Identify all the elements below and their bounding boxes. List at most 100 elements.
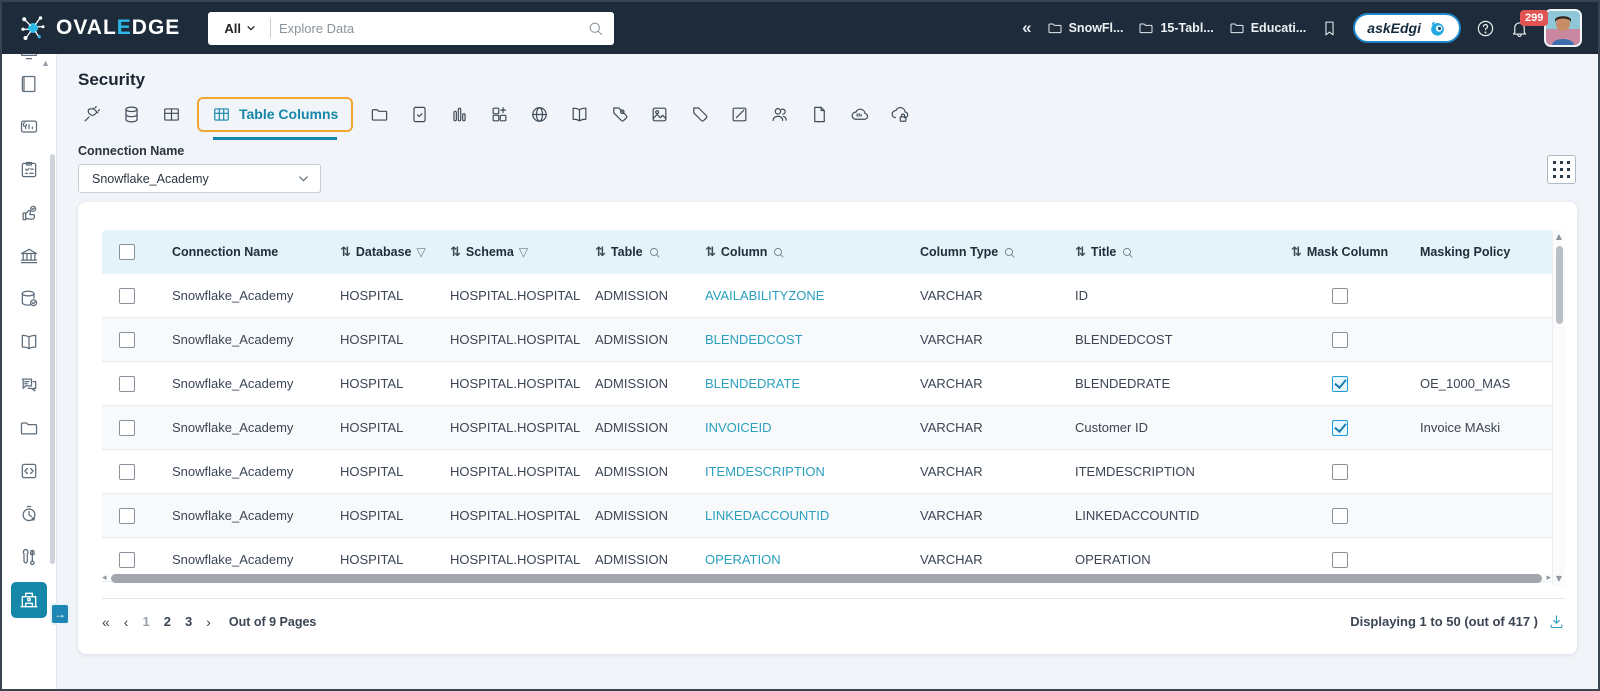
- notifications-bell[interactable]: 299: [1510, 9, 1549, 38]
- sidebar-item-reports[interactable]: [2, 105, 57, 148]
- tab-domains[interactable]: [519, 95, 559, 133]
- sidebar-scroll-up-icon[interactable]: ▲: [41, 58, 50, 68]
- mask-checkbox[interactable]: [1331, 419, 1348, 436]
- ovaledge-logo[interactable]: OVALEDGE: [18, 13, 180, 43]
- page-number-1[interactable]: 1: [142, 614, 149, 629]
- tab-data-assets[interactable]: [479, 95, 519, 133]
- tab-files[interactable]: [359, 95, 399, 133]
- sort-icon[interactable]: ⇅: [1291, 245, 1302, 260]
- scroll-right-arrow[interactable]: ▸: [1546, 573, 1551, 583]
- scroll-left-arrow[interactable]: ◂: [102, 573, 107, 583]
- column-link[interactable]: INVOICEID: [705, 420, 771, 435]
- sidebar-item-data-catalog[interactable]: [2, 277, 57, 320]
- sidebar-item-glossary[interactable]: [2, 320, 57, 363]
- row-checkbox[interactable]: [119, 375, 135, 392]
- tab-glossary[interactable]: [559, 95, 599, 133]
- mask-checkbox[interactable]: [1331, 507, 1348, 524]
- search-icon[interactable]: [587, 20, 604, 37]
- column-link[interactable]: BLENDEDRATE: [705, 376, 800, 391]
- connection-name-select[interactable]: Snowflake_Academy: [78, 164, 321, 193]
- tab-databases[interactable]: [111, 95, 151, 133]
- tab-media[interactable]: [639, 95, 679, 133]
- row-checkbox[interactable]: [119, 331, 135, 348]
- sort-icon[interactable]: ⇅: [450, 245, 461, 260]
- vertical-scrollbar[interactable]: ▲ ▼: [1552, 230, 1565, 586]
- askedgi-button[interactable]: askEdgi: [1353, 13, 1461, 43]
- recent-item-education[interactable]: Educati...: [1229, 20, 1306, 36]
- next-page-button[interactable]: ›: [206, 614, 211, 630]
- row-checkbox[interactable]: [119, 507, 135, 524]
- horizontal-scroll-thumb[interactable]: [110, 573, 1543, 583]
- filter-icon[interactable]: ▽: [417, 245, 426, 259]
- horizontal-scrollbar[interactable]: ◂ ▸: [102, 573, 1551, 583]
- header-database[interactable]: ⇅ Database ▽: [332, 230, 442, 274]
- header-table[interactable]: ⇅ Table: [587, 230, 697, 274]
- sidebar-item-tools[interactable]: [2, 535, 57, 578]
- vertical-scroll-thumb[interactable]: [1555, 246, 1563, 324]
- column-link[interactable]: ITEMDESCRIPTION: [705, 464, 825, 479]
- tab-tables[interactable]: [151, 95, 191, 133]
- search-icon[interactable]: [648, 246, 661, 259]
- header-mask-column[interactable]: ⇅ Mask Column: [1267, 230, 1412, 274]
- header-column-type[interactable]: Column Type: [912, 230, 1067, 274]
- mask-checkbox[interactable]: [1331, 287, 1348, 304]
- sort-icon[interactable]: ⇅: [705, 245, 716, 260]
- mask-checkbox[interactable]: [1331, 375, 1348, 392]
- mask-checkbox[interactable]: [1331, 331, 1348, 348]
- header-schema[interactable]: ⇅ Schema ▽: [442, 230, 587, 274]
- sidebar-item-queries[interactable]: [2, 449, 57, 492]
- sidebar-item-security-active[interactable]: [2, 578, 57, 621]
- search-icon[interactable]: [1003, 246, 1016, 259]
- row-checkbox[interactable]: [119, 463, 135, 480]
- mask-checkbox[interactable]: [1331, 463, 1348, 480]
- header-column[interactable]: ⇅ Column: [697, 230, 912, 274]
- sidebar-item-jobs[interactable]: [2, 492, 57, 535]
- column-link[interactable]: BLENDEDCOST: [705, 332, 803, 347]
- tab-tags[interactable]: [679, 95, 719, 133]
- select-all-checkbox[interactable]: [119, 244, 135, 260]
- scroll-up-arrow[interactable]: ▲: [1556, 230, 1562, 244]
- scroll-down-arrow[interactable]: ▼: [1556, 572, 1562, 586]
- tab-api-access[interactable]: [839, 95, 879, 133]
- collapse-recent-icon[interactable]: «: [1022, 18, 1031, 38]
- sidebar-item-governance[interactable]: [2, 234, 57, 277]
- header-masking-policy[interactable]: Masking Policy: [1412, 230, 1565, 274]
- column-link[interactable]: AVAILABILITYZONE: [705, 288, 824, 303]
- header-title[interactable]: ⇅ Title: [1067, 230, 1267, 274]
- help-icon[interactable]: [1476, 19, 1495, 38]
- row-checkbox[interactable]: [119, 419, 135, 436]
- search-icon[interactable]: [772, 246, 785, 259]
- row-checkbox[interactable]: [119, 551, 135, 568]
- filter-icon[interactable]: ▽: [519, 245, 528, 259]
- page-number-2[interactable]: 2: [164, 614, 171, 629]
- search-scope-dropdown[interactable]: All: [218, 21, 262, 36]
- sidebar-item-files[interactable]: [2, 406, 57, 449]
- sort-icon[interactable]: ⇅: [340, 245, 351, 260]
- sidebar-item-projects[interactable]: [2, 148, 57, 191]
- sidebar-scrollbar[interactable]: [50, 154, 55, 564]
- header-connection-name[interactable]: Connection Name: [152, 230, 332, 274]
- column-link[interactable]: OPERATION: [705, 552, 781, 567]
- recent-item-15-tables[interactable]: 15-Tabl...: [1138, 20, 1214, 36]
- tab-crawler[interactable]: [71, 95, 111, 133]
- sidebar-item-journal[interactable]: [2, 62, 57, 105]
- search-input[interactable]: [278, 20, 588, 36]
- sidebar-expand-button[interactable]: →: [50, 603, 70, 625]
- sort-icon[interactable]: ⇅: [595, 245, 606, 260]
- first-page-button[interactable]: «: [102, 614, 110, 630]
- page-number-3[interactable]: 3: [185, 614, 192, 629]
- mask-checkbox[interactable]: [1331, 551, 1348, 568]
- sort-icon[interactable]: ⇅: [1075, 245, 1086, 260]
- tab-documents[interactable]: [799, 95, 839, 133]
- prev-page-button[interactable]: ‹: [124, 614, 129, 630]
- recent-item-snowflake[interactable]: SnowFl...: [1047, 20, 1123, 36]
- bookmark-icon[interactable]: [1321, 20, 1338, 37]
- column-settings-button[interactable]: [1547, 155, 1576, 184]
- tab-users[interactable]: [759, 95, 799, 133]
- search-icon[interactable]: [1121, 246, 1134, 259]
- tab-table-columns[interactable]: Table Columns: [197, 96, 354, 132]
- sidebar-item-data-quality[interactable]: [2, 191, 57, 234]
- column-link[interactable]: LINKEDACCOUNTID: [705, 508, 829, 523]
- row-checkbox[interactable]: [119, 287, 135, 304]
- tab-cloud-security[interactable]: [879, 95, 919, 133]
